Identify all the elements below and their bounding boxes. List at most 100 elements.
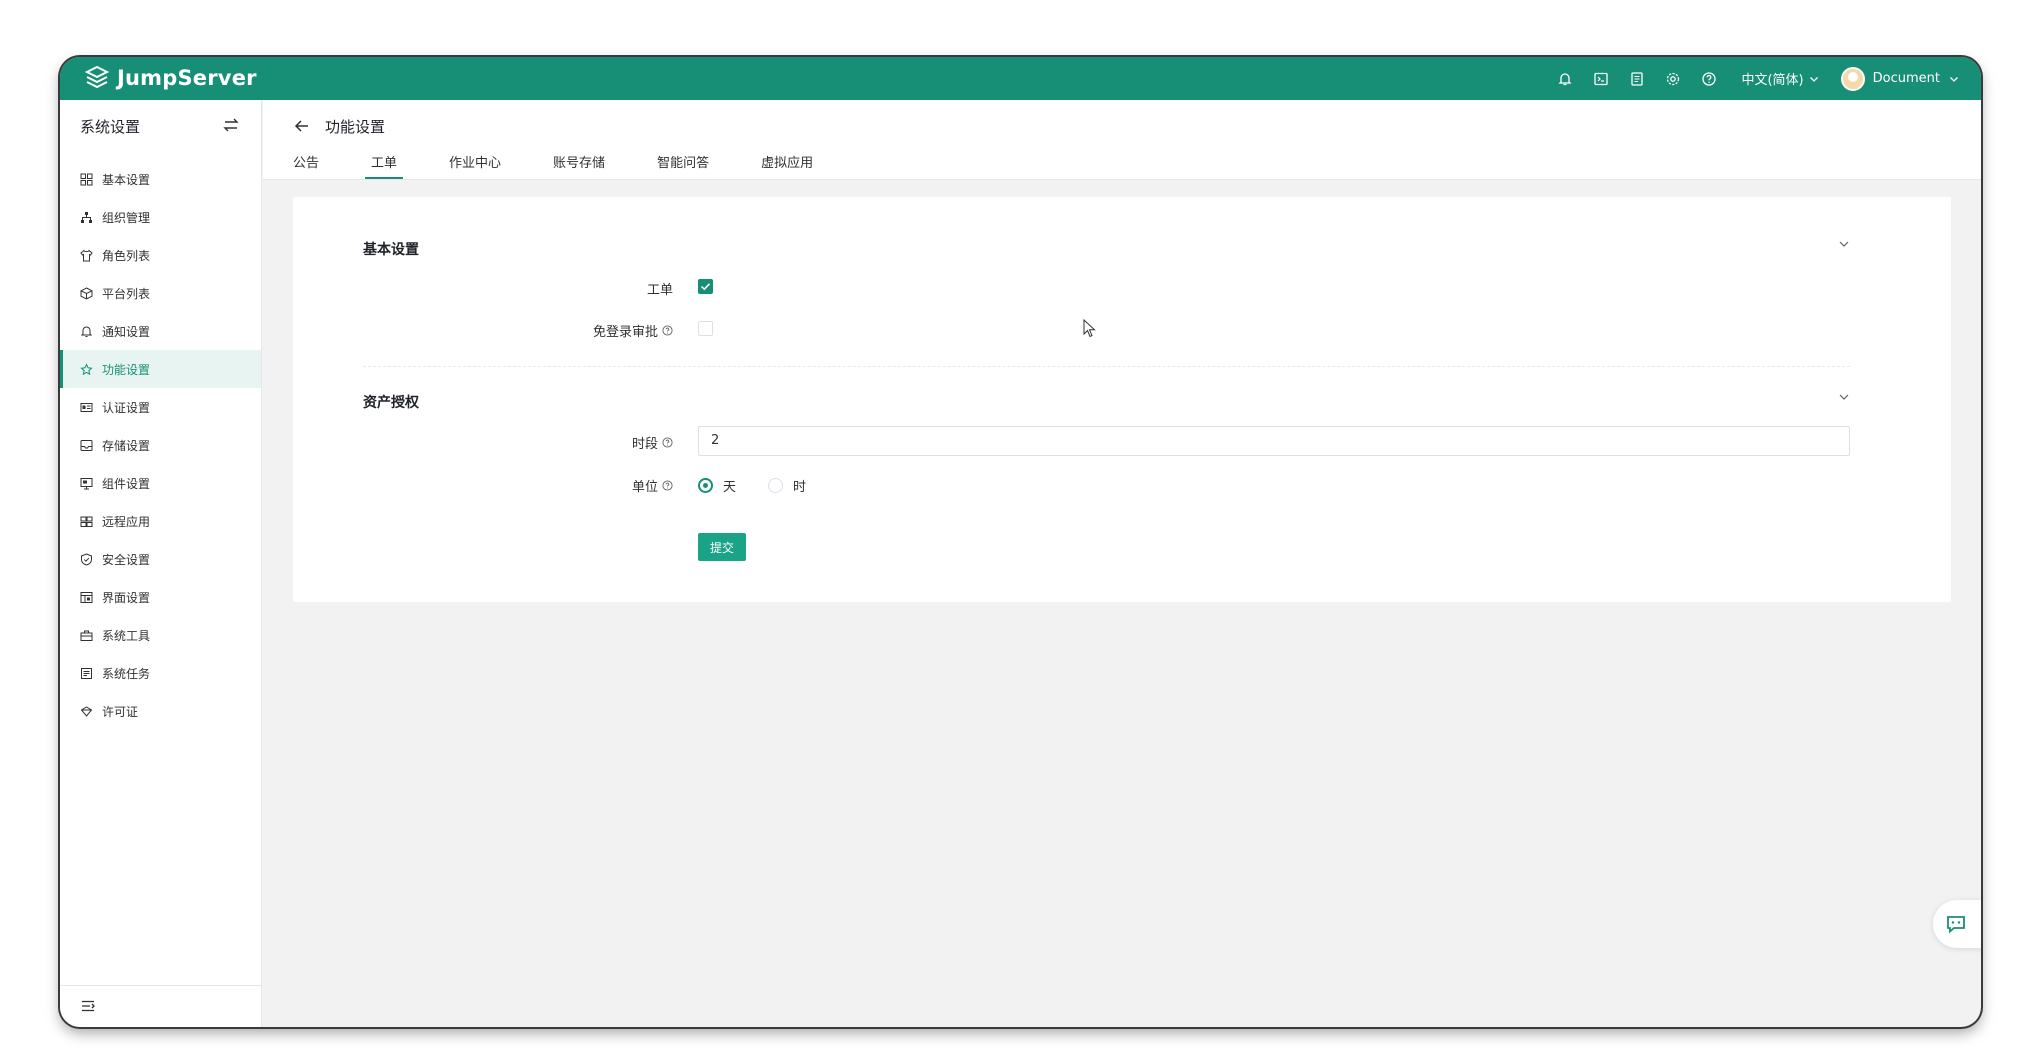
sidebar-footer xyxy=(60,985,261,1027)
sidebar-item-label: 组件设置 xyxy=(102,476,151,491)
unit-label-text: 单位 xyxy=(631,480,658,495)
app-window: JumpServer 中文(简体) Document 系统设置 基本设置 组织管… xyxy=(60,57,1981,1027)
settings-card: 基本设置 工单 免登录审批 资产授权 时段 2 单位 天 时 提交 xyxy=(293,197,1951,602)
gear-icon[interactable] xyxy=(1663,69,1683,89)
tab-account-storage[interactable]: 账号存储 xyxy=(553,150,605,180)
period-label-text: 时段 xyxy=(631,437,658,452)
sidebar-item-license[interactable]: 许可证 xyxy=(60,692,261,730)
sidebar-item-label: 系统任务 xyxy=(102,666,151,681)
collapse-menu-icon[interactable] xyxy=(80,998,96,1014)
sidebar-item-label: 基本设置 xyxy=(102,172,151,187)
language-selector[interactable]: 中文(简体) xyxy=(1741,69,1818,88)
top-bar: JumpServer 中文(简体) Document xyxy=(60,57,1981,100)
page-title: 功能设置 xyxy=(325,118,386,136)
sidebar-item-label: 界面设置 xyxy=(102,590,151,605)
ticket-label: 工单 xyxy=(513,279,673,298)
unit-radio-hour[interactable] xyxy=(768,478,783,493)
bell-icon xyxy=(80,325,93,338)
logo-text: JumpServer xyxy=(117,66,257,90)
period-input[interactable]: 2 xyxy=(698,426,1850,456)
document-icon[interactable] xyxy=(1627,69,1647,89)
sidebar-item-tools[interactable]: 系统工具 xyxy=(60,616,261,654)
chevron-down-icon[interactable] xyxy=(1838,238,1850,250)
sidebar-item-components[interactable]: 组件设置 xyxy=(60,464,261,502)
mouse-cursor-icon xyxy=(1083,319,1096,338)
sidebar-item-label: 存储设置 xyxy=(102,438,151,453)
chevron-down-icon[interactable] xyxy=(1838,391,1850,403)
ticket-checkbox[interactable] xyxy=(698,279,713,294)
sidebar-item-auth[interactable]: 认证设置 xyxy=(60,388,261,426)
back-arrow-icon[interactable] xyxy=(293,117,311,135)
terminal-icon[interactable] xyxy=(1591,69,1611,89)
license-icon xyxy=(80,705,93,718)
user-menu[interactable]: Document xyxy=(1840,66,1959,91)
section-title-asset-permission: 资产授权 xyxy=(363,395,419,411)
layout-icon xyxy=(80,591,93,604)
swap-icon[interactable] xyxy=(222,116,240,134)
question-circle-icon[interactable] xyxy=(662,437,673,448)
feature-icon xyxy=(80,362,93,376)
chat-bubble-icon xyxy=(1947,916,1965,934)
unit-radio-day[interactable] xyxy=(698,478,713,493)
sidebar-item-notifications[interactable]: 通知设置 xyxy=(60,312,261,350)
logo[interactable]: JumpServer xyxy=(83,64,257,92)
sidebar-item-label: 系统工具 xyxy=(102,628,151,643)
apps-icon xyxy=(80,515,93,528)
sidebar-item-label: 认证设置 xyxy=(102,400,151,415)
id-card-icon xyxy=(80,401,93,414)
sidebar-item-org[interactable]: 组织管理 xyxy=(60,198,261,236)
sidebar-item-label: 组织管理 xyxy=(102,210,151,225)
shield-icon xyxy=(80,552,93,566)
bell-icon[interactable] xyxy=(1555,69,1575,89)
chat-assistant-button[interactable] xyxy=(1933,900,1981,948)
avatar xyxy=(1840,66,1865,91)
period-label: 时段 xyxy=(513,433,673,452)
sidebar-item-interface[interactable]: 界面设置 xyxy=(60,578,261,616)
grid-icon xyxy=(80,173,93,186)
tab-smart-qa[interactable]: 智能问答 xyxy=(657,150,709,180)
sidebar-item-features[interactable]: 功能设置 xyxy=(60,350,261,388)
sidebar-title: 系统设置 xyxy=(80,118,141,136)
shirt-icon xyxy=(80,249,93,262)
page-header: 功能设置 公告 工单 作业中心 账号存储 智能问答 虚拟应用 xyxy=(263,100,1981,180)
sidebar-item-tasks[interactable]: 系统任务 xyxy=(60,654,261,692)
sidebar-item-storage[interactable]: 存储设置 xyxy=(60,426,261,464)
monitor-icon xyxy=(80,477,93,490)
sidebar-item-security[interactable]: 安全设置 xyxy=(60,540,261,578)
sidebar-item-roles[interactable]: 角色列表 xyxy=(60,236,261,274)
question-circle-icon[interactable] xyxy=(662,480,673,491)
sidebar-item-basic[interactable]: 基本设置 xyxy=(60,160,261,198)
sidebar-menu: 基本设置 组织管理 角色列表 平台列表 通知设置 功能设置 认证设置 存储设置 … xyxy=(60,160,261,730)
unit-radio-hour-label[interactable]: 时 xyxy=(793,476,806,495)
unit-label: 单位 xyxy=(513,476,673,495)
sidebar-item-remote-apps[interactable]: 远程应用 xyxy=(60,502,261,540)
sidebar-item-label: 功能设置 xyxy=(102,362,151,377)
task-icon xyxy=(80,667,93,680)
tab-job-center[interactable]: 作业中心 xyxy=(449,150,501,180)
question-circle-icon[interactable] xyxy=(662,325,673,336)
tab-ticket[interactable]: 工单 xyxy=(365,150,404,180)
login-approval-label: 免登录审批 xyxy=(513,321,673,340)
login-approval-checkbox[interactable] xyxy=(698,321,713,336)
unit-radio-day-label[interactable]: 天 xyxy=(723,476,736,495)
tab-virtual-apps[interactable]: 虚拟应用 xyxy=(761,150,813,180)
sidebar-item-platforms[interactable]: 平台列表 xyxy=(60,274,261,312)
login-approval-label-text: 免登录审批 xyxy=(592,325,658,340)
tab-bar: 公告 工单 作业中心 账号存储 智能问答 虚拟应用 xyxy=(293,150,865,180)
sidebar-item-label: 安全设置 xyxy=(102,552,151,567)
sidebar-item-label: 平台列表 xyxy=(102,286,151,301)
section-title-basic: 基本设置 xyxy=(363,242,419,258)
sidebar-item-label: 通知设置 xyxy=(102,324,151,339)
help-icon[interactable] xyxy=(1699,69,1719,89)
section-divider xyxy=(363,366,1850,367)
ticket-label-text: 工单 xyxy=(646,283,673,298)
submit-button[interactable]: 提交 xyxy=(698,533,746,561)
tab-announcement[interactable]: 公告 xyxy=(293,150,319,180)
language-label: 中文(简体) xyxy=(1741,73,1804,88)
toolbox-icon xyxy=(80,629,93,642)
cube-icon xyxy=(80,286,93,300)
sidebar: 系统设置 基本设置 组织管理 角色列表 平台列表 通知设置 功能设置 认证设置 … xyxy=(60,100,262,1027)
sidebar-item-label: 角色列表 xyxy=(102,248,151,263)
storage-icon xyxy=(80,439,93,452)
check-icon xyxy=(700,283,711,291)
